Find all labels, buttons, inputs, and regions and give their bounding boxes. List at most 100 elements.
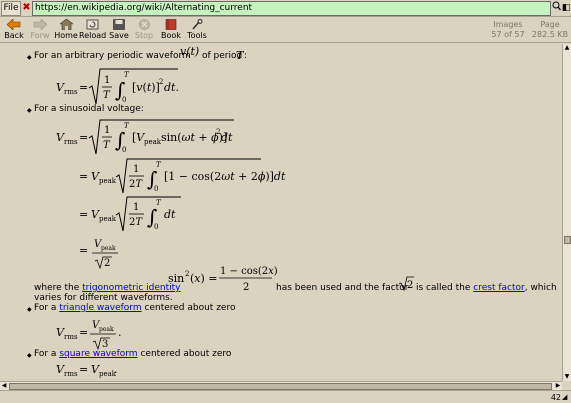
svg-text:1: 1 xyxy=(104,75,110,86)
svg-text:dt: dt xyxy=(164,208,176,221)
clear-url-icon[interactable]: ✖ xyxy=(21,1,32,16)
trigonometric-identity-link[interactable]: trigonometric identity xyxy=(82,283,180,293)
svg-text:T: T xyxy=(103,140,111,151)
vertical-scroll-thumb[interactable] xyxy=(564,236,571,244)
scroll-right-icon[interactable]: ▶ xyxy=(554,382,562,390)
crest-factor-link[interactable]: crest factor xyxy=(473,283,524,293)
horizontal-scrollbar[interactable]: ◀ ▶ xyxy=(0,381,562,390)
url-input[interactable]: https://en.wikipedia.org/wiki/Alternatin… xyxy=(32,1,551,16)
svg-text:[v(t)]: [v(t)] xyxy=(132,81,160,94)
list-item-text: For a square waveform centered about zer… xyxy=(34,349,232,359)
paragraph-text: varies for different waveforms. xyxy=(34,293,173,303)
vertical-scrollbar[interactable]: ▲ ▼ xyxy=(562,44,571,381)
svg-text:T: T xyxy=(156,161,162,169)
list-bullet: ◆ xyxy=(27,306,32,313)
tools-wrench-icon xyxy=(185,19,209,31)
rms-equation-sinusoidal: V rms = 1 T ∫ T 0 [V peak sin(ωt + ϕ)] 2… xyxy=(56,118,286,271)
sqrt-two-math: 2 xyxy=(398,275,415,294)
stop-icon xyxy=(133,19,155,31)
paragraph-text: where the trigonometric identity xyxy=(34,283,181,293)
bookmarks-button[interactable]: Book xyxy=(160,19,182,42)
svg-text:T: T xyxy=(156,199,162,207)
svg-text:T: T xyxy=(103,90,111,101)
list-item-text: : xyxy=(244,51,248,61)
scroll-up-icon[interactable]: ▲ xyxy=(563,44,571,52)
svg-text:rms: rms xyxy=(64,370,78,378)
page-size-indicator: Page 282.5 KB xyxy=(531,20,569,39)
svg-text:peak: peak xyxy=(99,177,117,185)
forward-arrow-icon xyxy=(29,18,51,31)
svg-text:[1 − cos(2ωt + 2ϕ)]dt: [1 − cos(2ωt + 2ϕ)]dt xyxy=(164,170,286,183)
svg-text:dt: dt xyxy=(221,131,233,144)
svg-text:2: 2 xyxy=(407,280,413,291)
stop-button[interactable]: Stop xyxy=(133,19,155,42)
list-bullet: ◆ xyxy=(27,54,32,61)
square-waveform-link[interactable]: square waveform xyxy=(59,349,137,359)
back-arrow-icon xyxy=(3,18,25,31)
svg-text:2: 2 xyxy=(216,128,220,136)
trig-identity-equation: sin 2 (x) = 1 − cos(2x) 2 xyxy=(168,262,278,299)
svg-text:.: . xyxy=(118,326,122,339)
forward-button[interactable]: Forw xyxy=(29,18,51,42)
reload-button[interactable]: Reload xyxy=(79,19,106,42)
save-button[interactable]: Save xyxy=(108,19,130,42)
images-counter: Images 57 of 57 xyxy=(491,20,525,39)
svg-text:T: T xyxy=(124,122,130,130)
list-item-text: For an arbitrary periodic waveform xyxy=(34,51,191,61)
math-v-of-t: v(t) xyxy=(180,45,200,58)
svg-text:.: . xyxy=(114,363,118,376)
svg-text:=: = xyxy=(79,244,88,257)
svg-text:2T: 2T xyxy=(129,217,143,228)
resize-corner-icon[interactable]: ◢ xyxy=(562,393,570,401)
list-bullet: ◆ xyxy=(27,107,32,114)
svg-text:2: 2 xyxy=(104,258,110,269)
list-item-text: For a sinusoidal voltage: xyxy=(34,104,144,114)
home-button[interactable]: Home xyxy=(54,18,78,42)
tools-button[interactable]: Tools xyxy=(185,19,209,42)
file-menu-button[interactable]: File xyxy=(1,1,21,16)
svg-text:T: T xyxy=(124,71,130,79)
triangle-waveform-link[interactable]: triangle waveform xyxy=(59,303,141,313)
scroll-down-icon[interactable]: ▼ xyxy=(563,373,571,381)
svg-text:1: 1 xyxy=(133,202,139,213)
home-icon xyxy=(54,18,78,31)
list-bullet: ◆ xyxy=(27,352,32,359)
svg-text:=: = xyxy=(79,208,88,221)
zoom-level: 42 xyxy=(550,393,561,402)
svg-text:peak: peak xyxy=(99,326,114,333)
back-button[interactable]: Back xyxy=(3,18,25,42)
svg-text:rms: rms xyxy=(64,88,78,96)
svg-text:dt.: dt. xyxy=(164,81,179,94)
svg-text:(x) =: (x) = xyxy=(190,272,218,285)
book-icon xyxy=(160,19,182,31)
svg-text:=: = xyxy=(79,131,88,144)
svg-text:=: = xyxy=(79,326,88,339)
address-bar: File ✖ https://en.wikipedia.org/wiki/Alt… xyxy=(0,0,571,17)
svg-text:=: = xyxy=(79,170,88,183)
svg-text:0: 0 xyxy=(122,96,126,104)
svg-text:0: 0 xyxy=(154,223,158,231)
svg-text:1: 1 xyxy=(104,125,110,136)
reload-icon xyxy=(79,19,105,31)
svg-text:2: 2 xyxy=(243,282,249,293)
paragraph-text: is called the crest factor, which xyxy=(416,283,557,293)
svg-text:0: 0 xyxy=(122,146,126,154)
svg-text:2: 2 xyxy=(185,270,189,278)
scroll-left-icon[interactable]: ◀ xyxy=(0,382,8,390)
math-period-T: T xyxy=(236,49,244,62)
svg-text:0: 0 xyxy=(154,185,158,193)
paragraph-text: has been used and the factor xyxy=(276,283,409,293)
rms-equation-triangle: V rms = V peak 3 . xyxy=(56,314,136,353)
svg-text:1 − cos(2x): 1 − cos(2x) xyxy=(220,266,278,277)
svg-text:sin: sin xyxy=(168,272,184,285)
page-content: ◆ For an arbitrary periodic waveform v(t… xyxy=(0,44,562,381)
svg-text:2: 2 xyxy=(159,78,163,86)
magnifier-icon[interactable] xyxy=(551,1,561,16)
save-disk-icon xyxy=(108,19,130,31)
svg-text:rms: rms xyxy=(64,138,78,146)
toolbar: Back Forw Home Reload Save Stop Book Too… xyxy=(0,17,571,43)
svg-text:peak: peak xyxy=(144,138,162,146)
svg-text:peak: peak xyxy=(99,215,117,223)
go-icon[interactable]: ◧ xyxy=(561,1,571,16)
horizontal-scroll-thumb[interactable] xyxy=(9,383,552,390)
